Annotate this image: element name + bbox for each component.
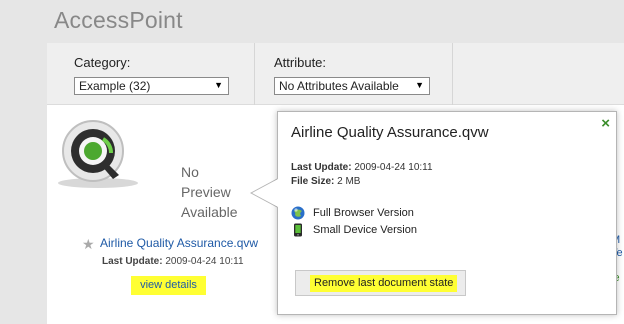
attribute-label: Attribute:: [274, 55, 327, 70]
mobile-device-icon: [291, 223, 305, 237]
document-details-popup: Airline Quality Assurance.qvw × Last Upd…: [277, 111, 617, 315]
view-details-link[interactable]: view details: [131, 276, 206, 295]
popup-last-update: Last Update: 2009-04-24 10:11: [291, 162, 433, 173]
category-select[interactable]: Example (32) ▼: [74, 77, 229, 95]
remove-last-document-state-button[interactable]: Remove last document state: [295, 270, 466, 296]
qlikview-logo-icon[interactable]: [55, 117, 138, 188]
last-update-label: Last Update:: [102, 256, 163, 267]
chevron-down-icon: ▼: [214, 80, 223, 90]
category-select-value: Example (32): [79, 79, 151, 93]
no-preview-line: No: [181, 164, 199, 180]
popup-title: Airline Quality Assurance.qvw: [291, 124, 489, 141]
small-device-version-link[interactable]: Small Device Version: [291, 223, 417, 237]
file-size-value: 2 MB: [337, 176, 361, 187]
popup-file-size: File Size: 2 MB: [291, 176, 360, 187]
last-update-label: Last Update:: [291, 162, 352, 173]
last-update-value: 2009-04-24 10:11: [165, 256, 244, 267]
no-preview-line: Preview: [181, 184, 231, 200]
version-label: Small Device Version: [313, 223, 417, 236]
filter-bar: Category: Example (32) ▼ Attribute: No A…: [47, 43, 624, 105]
star-icon[interactable]: ★: [82, 236, 95, 253]
attribute-select-value: No Attributes Available: [279, 79, 399, 93]
no-preview-line: Available: [181, 204, 238, 220]
full-browser-version-link[interactable]: Full Browser Version: [291, 206, 414, 220]
file-size-label: File Size:: [291, 176, 335, 187]
filter-divider: [254, 43, 255, 105]
chevron-down-icon: ▼: [415, 80, 424, 90]
document-last-update: Last Update: 2009-04-24 10:11: [102, 256, 244, 267]
no-preview-text: No Preview Available: [181, 162, 238, 222]
remove-button-label: Remove last document state: [310, 275, 458, 292]
filter-divider: [452, 43, 453, 105]
attribute-select[interactable]: No Attributes Available ▼: [274, 77, 430, 95]
document-link[interactable]: Airline Quality Assurance.qvw: [100, 236, 258, 250]
close-icon[interactable]: ×: [601, 115, 610, 132]
version-label: Full Browser Version: [313, 206, 414, 219]
app-title: AccessPoint: [54, 7, 183, 33]
popup-pointer-fill: [252, 179, 278, 207]
browser-globe-icon: [291, 206, 305, 220]
last-update-value: 2009-04-24 10:11: [354, 162, 433, 173]
category-label: Category:: [74, 55, 131, 70]
